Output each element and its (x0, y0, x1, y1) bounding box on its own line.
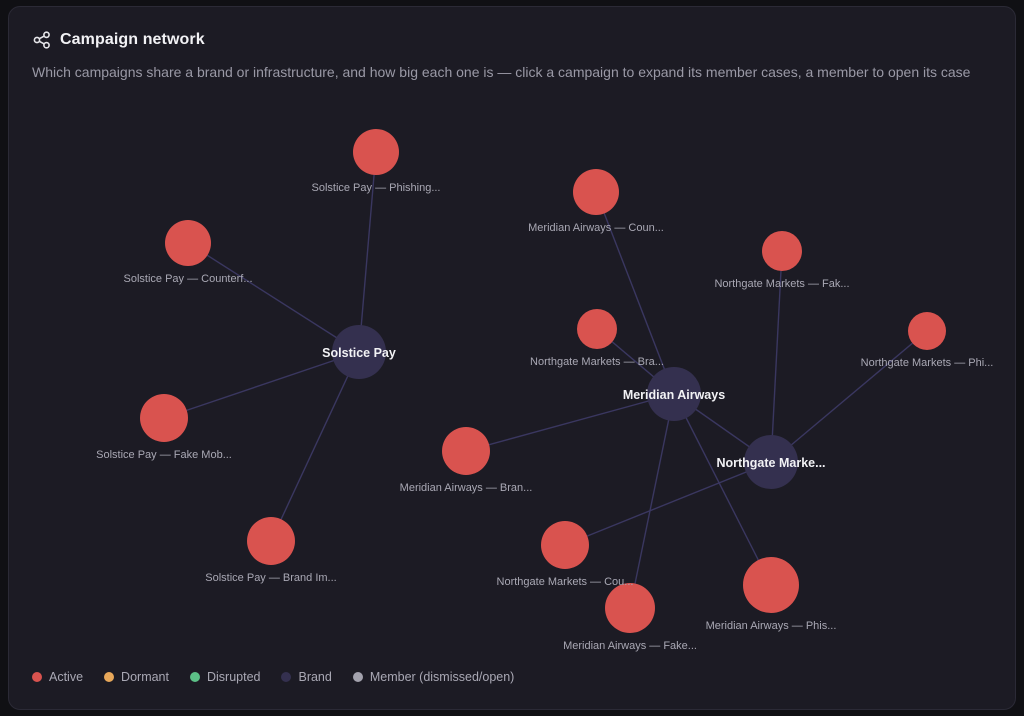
legend-swatch (104, 672, 115, 682)
edge-b-solstice-c2 (187, 242, 360, 353)
brand-node[interactable]: Northgate Marke... (716, 435, 826, 489)
campaign-node[interactable]: Solstice Pay — Fake Mob... (96, 394, 232, 461)
legend: Active Dormant Disrupted Brand Member (dismi… (32, 670, 514, 684)
edge-b-meridian-c9 (673, 393, 772, 586)
edge-b-solstice-c3 (163, 351, 360, 419)
campaign-node-label: Northgate Markets — Fak... (714, 278, 849, 290)
legend-label: Disrupted (206, 670, 261, 684)
campaign-node-circle[interactable] (762, 231, 802, 271)
legend-item-dormant: Dormant (104, 670, 169, 684)
campaign-node-circle[interactable] (247, 517, 295, 565)
campaign-node-circle[interactable] (442, 427, 490, 475)
legend-swatch (189, 672, 200, 682)
campaign-node[interactable]: Solstice Pay — Counterf... (124, 220, 253, 285)
campaign-node[interactable]: Meridian Airways — Coun... (528, 169, 664, 234)
edge-b-northgate-c12 (564, 461, 772, 546)
campaign-node-circle[interactable] (165, 220, 211, 266)
campaign-node-label: Northgate Markets — Bra... (530, 356, 664, 368)
campaign-node-label: Solstice Pay — Brand Im... (205, 572, 336, 584)
legend-item-member: Member (dismissed/open) (352, 670, 515, 684)
campaign-node-label: Meridian Airways — Fake... (563, 640, 697, 652)
network-graph: Solstice Pay — Phishing... Solstice Pay —… (96, 129, 993, 652)
campaign-node-label: Northgate Markets — Phi... (861, 357, 994, 369)
legend-swatch (281, 672, 292, 682)
legend-item-brand: Brand (281, 670, 332, 684)
campaign-node[interactable]: Northgate Markets — Cou... (497, 521, 634, 588)
edge-b-meridian-c7 (465, 393, 675, 452)
edge-b-northgate-c11 (770, 330, 928, 463)
brand-node-label: Solstice Pay (322, 346, 396, 360)
campaign-node[interactable]: Solstice Pay — Brand Im... (205, 517, 337, 584)
legend-label: Dormant (121, 670, 169, 684)
campaign-node-circle[interactable] (577, 309, 617, 349)
brand-node-label: Meridian Airways (623, 388, 725, 402)
campaign-node-label: Meridian Airways — Coun... (528, 222, 664, 234)
legend-item-disrupted: Disrupted (189, 670, 261, 684)
campaign-node[interactable]: Northgate Markets — Phi... (861, 312, 994, 369)
campaign-node-label: Solstice Pay — Counterf... (124, 273, 253, 285)
campaign-node-circle[interactable] (573, 169, 619, 215)
campaign-node-circle[interactable] (743, 557, 799, 613)
card-header: Campaign network (33, 31, 205, 49)
brand-node[interactable]: Meridian Airways (623, 367, 725, 421)
legend-swatch (32, 672, 42, 682)
campaign-node-circle[interactable] (908, 312, 946, 350)
legend-swatch (352, 672, 363, 682)
campaign-node-label: Meridian Airways — Phis... (706, 620, 837, 632)
campaign-node[interactable]: Meridian Airways — Bran... (400, 427, 533, 494)
share-icon (33, 31, 51, 49)
brand-node-label: Northgate Marke... (716, 456, 825, 470)
campaign-node[interactable]: Meridian Airways — Phis... (706, 557, 837, 632)
campaign-node[interactable]: Northgate Markets — Fak... (714, 231, 850, 290)
campaign-node-label: Northgate Markets — Cou... (497, 576, 634, 588)
edge-b-meridian-c8 (629, 393, 675, 609)
campaign-node-label: Solstice Pay — Fake Mob... (96, 449, 232, 461)
legend-item-active: Active (32, 670, 83, 684)
campaign-node-circle[interactable] (353, 129, 399, 175)
brand-node[interactable]: Solstice Pay (322, 325, 396, 379)
nodes: Solstice Pay — Phishing... Solstice Pay —… (96, 129, 993, 652)
edge-b-solstice-c4 (270, 351, 360, 542)
campaign-node[interactable]: Meridian Airways — Fake... (563, 583, 697, 652)
campaign-node[interactable]: Solstice Pay — Phishing... (311, 129, 441, 194)
campaign-node-circle[interactable] (541, 521, 589, 569)
campaign-node-circle[interactable] (605, 583, 655, 633)
campaign-node-label: Meridian Airways — Bran... (400, 482, 533, 494)
card-subtitle: Which campaigns share a brand or infrast… (32, 64, 971, 80)
campaign-node-circle[interactable] (140, 394, 188, 442)
legend-label: Brand (298, 670, 332, 684)
campaign-network-card: Solstice Pay — Phishing... Solstice Pay —… (8, 6, 1016, 710)
legend-label: Active (49, 670, 84, 684)
campaign-node-label: Solstice Pay — Phishing... (311, 182, 440, 194)
card-title: Campaign network (60, 31, 205, 48)
legend-label: Member (dismissed/open) (369, 670, 515, 684)
